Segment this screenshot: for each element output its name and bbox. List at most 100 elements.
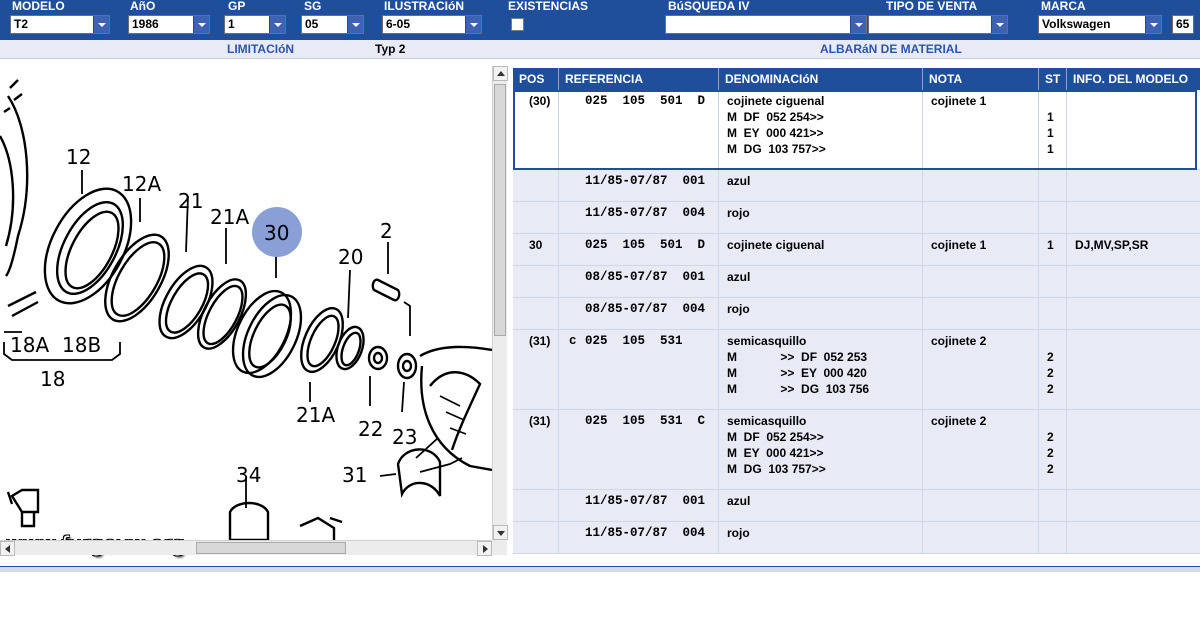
- table-cell: [1039, 490, 1067, 521]
- callout-20[interactable]: 20: [338, 245, 363, 269]
- marca-select[interactable]: Volkswagen: [1038, 15, 1162, 34]
- table-row[interactable]: 11/85-07/87 004 rojo: [513, 202, 1200, 234]
- referencia-value: 08/85-07/87 004: [585, 302, 706, 316]
- callout-22[interactable]: 22: [358, 417, 383, 441]
- callout-34[interactable]: 34: [236, 463, 261, 487]
- callout-21a-top[interactable]: 21A: [210, 205, 249, 229]
- callout-2[interactable]: 2: [380, 219, 393, 243]
- callout-18b[interactable]: 18B: [62, 333, 101, 357]
- pos-value: (31): [529, 414, 551, 428]
- sg-label: SG: [304, 0, 322, 13]
- marca-extra-field[interactable]: 65: [1172, 15, 1194, 34]
- modelo-select[interactable]: T2: [10, 15, 110, 34]
- scroll-thumb[interactable]: [196, 542, 346, 554]
- table-cell: [1039, 170, 1067, 201]
- table-cell: [1067, 170, 1200, 201]
- column-header-nota[interactable]: NOTA: [923, 68, 1039, 90]
- table-row[interactable]: 11/85-07/87 001 azul: [513, 170, 1200, 202]
- table-row[interactable]: 11/85-07/87 004 rojo: [513, 522, 1200, 554]
- table-cell: [513, 298, 559, 329]
- info-strip: LIMITACIóN Typ 2 ALBARáN DE MATERIAL: [0, 40, 1200, 59]
- denominacion-line: M DF 052 254>>: [727, 110, 824, 124]
- sg-select[interactable]: 05: [301, 15, 364, 34]
- table-row[interactable]: 08/85-07/87 004 rojo: [513, 298, 1200, 330]
- table-row[interactable]: (31) c 025 105 531 semicasquillo M >> DF 052…: [513, 330, 1200, 410]
- scroll-up-arrow-icon[interactable]: [493, 66, 508, 81]
- denominacion-line: cojinete ciguenal: [727, 94, 825, 108]
- denominacion-line: azul: [727, 494, 751, 508]
- gp-select[interactable]: 1: [224, 15, 286, 34]
- table-row[interactable]: (30) 025 105 501 D cojinete ciguenal M DF 0…: [513, 90, 1200, 170]
- chevron-down-icon[interactable]: [347, 16, 363, 33]
- existencias-label: EXISTENCIAS: [508, 0, 589, 13]
- callout-23[interactable]: 23: [392, 425, 417, 449]
- scroll-left-arrow-icon[interactable]: [0, 541, 15, 556]
- anio-value: 1986: [132, 17, 159, 31]
- denominacion-line: rojo: [727, 526, 750, 540]
- column-header-info-modelo[interactable]: INFO. DEL MODELO: [1067, 68, 1200, 90]
- scroll-thumb[interactable]: [494, 84, 506, 336]
- chevron-down-icon[interactable]: [991, 16, 1007, 33]
- callout-30[interactable]: 30: [264, 221, 289, 245]
- denominacion-line: M DG 103 757>>: [727, 142, 826, 156]
- table-row[interactable]: 30 025 105 501 D cojinete ciguenal cojinete…: [513, 234, 1200, 266]
- chevron-down-icon[interactable]: [193, 16, 209, 33]
- callout-21a-bottom[interactable]: 21A: [296, 403, 335, 427]
- chevron-down-icon[interactable]: [269, 16, 285, 33]
- scroll-down-arrow-icon[interactable]: [493, 525, 508, 540]
- scroll-right-arrow-icon[interactable]: [477, 541, 492, 556]
- illustration-vertical-scrollbar[interactable]: [492, 66, 508, 540]
- callout-12a[interactable]: 12A: [122, 172, 161, 196]
- column-header-st[interactable]: ST: [1039, 68, 1067, 90]
- table-cell: [1039, 298, 1067, 329]
- albaran-label: ALBARáN DE MATERIAL: [820, 42, 962, 56]
- nota-value: cojinete 1: [931, 238, 987, 252]
- table-cell: [923, 490, 1039, 521]
- table-cell: [1067, 330, 1200, 409]
- illustration-horizontal-scrollbar[interactable]: [0, 540, 492, 556]
- table-cell: [1039, 202, 1067, 233]
- table-cell: [513, 522, 559, 553]
- callout-12[interactable]: 12: [66, 145, 91, 169]
- callout-18[interactable]: 18: [40, 367, 65, 391]
- denominacion-line: rojo: [727, 206, 750, 220]
- chevron-down-icon[interactable]: [93, 16, 109, 33]
- denominacion-line: M EY 000 421>>: [727, 446, 824, 460]
- column-header-referencia[interactable]: REFERENCIA: [559, 68, 719, 90]
- callout-18a[interactable]: 18A: [10, 333, 49, 357]
- denominacion-line: M DF 052 254>>: [727, 430, 824, 444]
- callout-21[interactable]: 21: [178, 189, 203, 213]
- st-value: 2: [1047, 446, 1054, 460]
- callout-31[interactable]: 31: [342, 463, 367, 487]
- marca-value: Volkswagen: [1042, 17, 1111, 31]
- referencia-value: 025 105 531: [585, 334, 683, 348]
- flag-value: c: [569, 334, 577, 348]
- ilustracion-value: 6-05: [386, 17, 411, 31]
- table-row[interactable]: 11/85-07/87 001 azul: [513, 490, 1200, 522]
- referencia-value: 025 105 501 D: [585, 94, 706, 108]
- chevron-down-icon[interactable]: [850, 16, 866, 33]
- column-header-pos[interactable]: POS: [513, 68, 559, 90]
- table-row[interactable]: (31) 025 105 531 C semicasquillo M DF 052 2…: [513, 410, 1200, 490]
- table-row[interactable]: 08/85-07/87 001 azul: [513, 266, 1200, 298]
- ilustracion-label: ILUSTRACIóN: [384, 0, 464, 13]
- chevron-down-icon[interactable]: [1145, 16, 1161, 33]
- table-body: (30) 025 105 501 D cojinete ciguenal M DF 0…: [513, 90, 1200, 622]
- chevron-down-icon[interactable]: [465, 16, 481, 33]
- table-cell: [1067, 522, 1200, 553]
- exploded-view-illustration[interactable]: 12 12A 21 21A 30 2 20 18A 18B 18 21A 22 …: [0, 66, 492, 540]
- busqueda-select[interactable]: [665, 15, 867, 34]
- ilustracion-select[interactable]: 6-05: [382, 15, 482, 34]
- column-header-denominacion[interactable]: DENOMINACIóN: [719, 68, 923, 90]
- table-cell: [923, 522, 1039, 553]
- anio-select[interactable]: 1986: [128, 15, 210, 34]
- table-cell: [513, 266, 559, 297]
- existencias-checkbox[interactable]: [511, 18, 524, 31]
- table-cell: [1067, 410, 1200, 489]
- tipo-venta-select[interactable]: [868, 15, 1008, 34]
- table-cell: [1067, 202, 1200, 233]
- referencia-value: 11/85-07/87 001: [585, 494, 706, 508]
- st-value: 2: [1047, 462, 1054, 476]
- denominacion-line: M >> DG 103 756: [727, 382, 870, 396]
- pos-value: (30): [529, 94, 551, 108]
